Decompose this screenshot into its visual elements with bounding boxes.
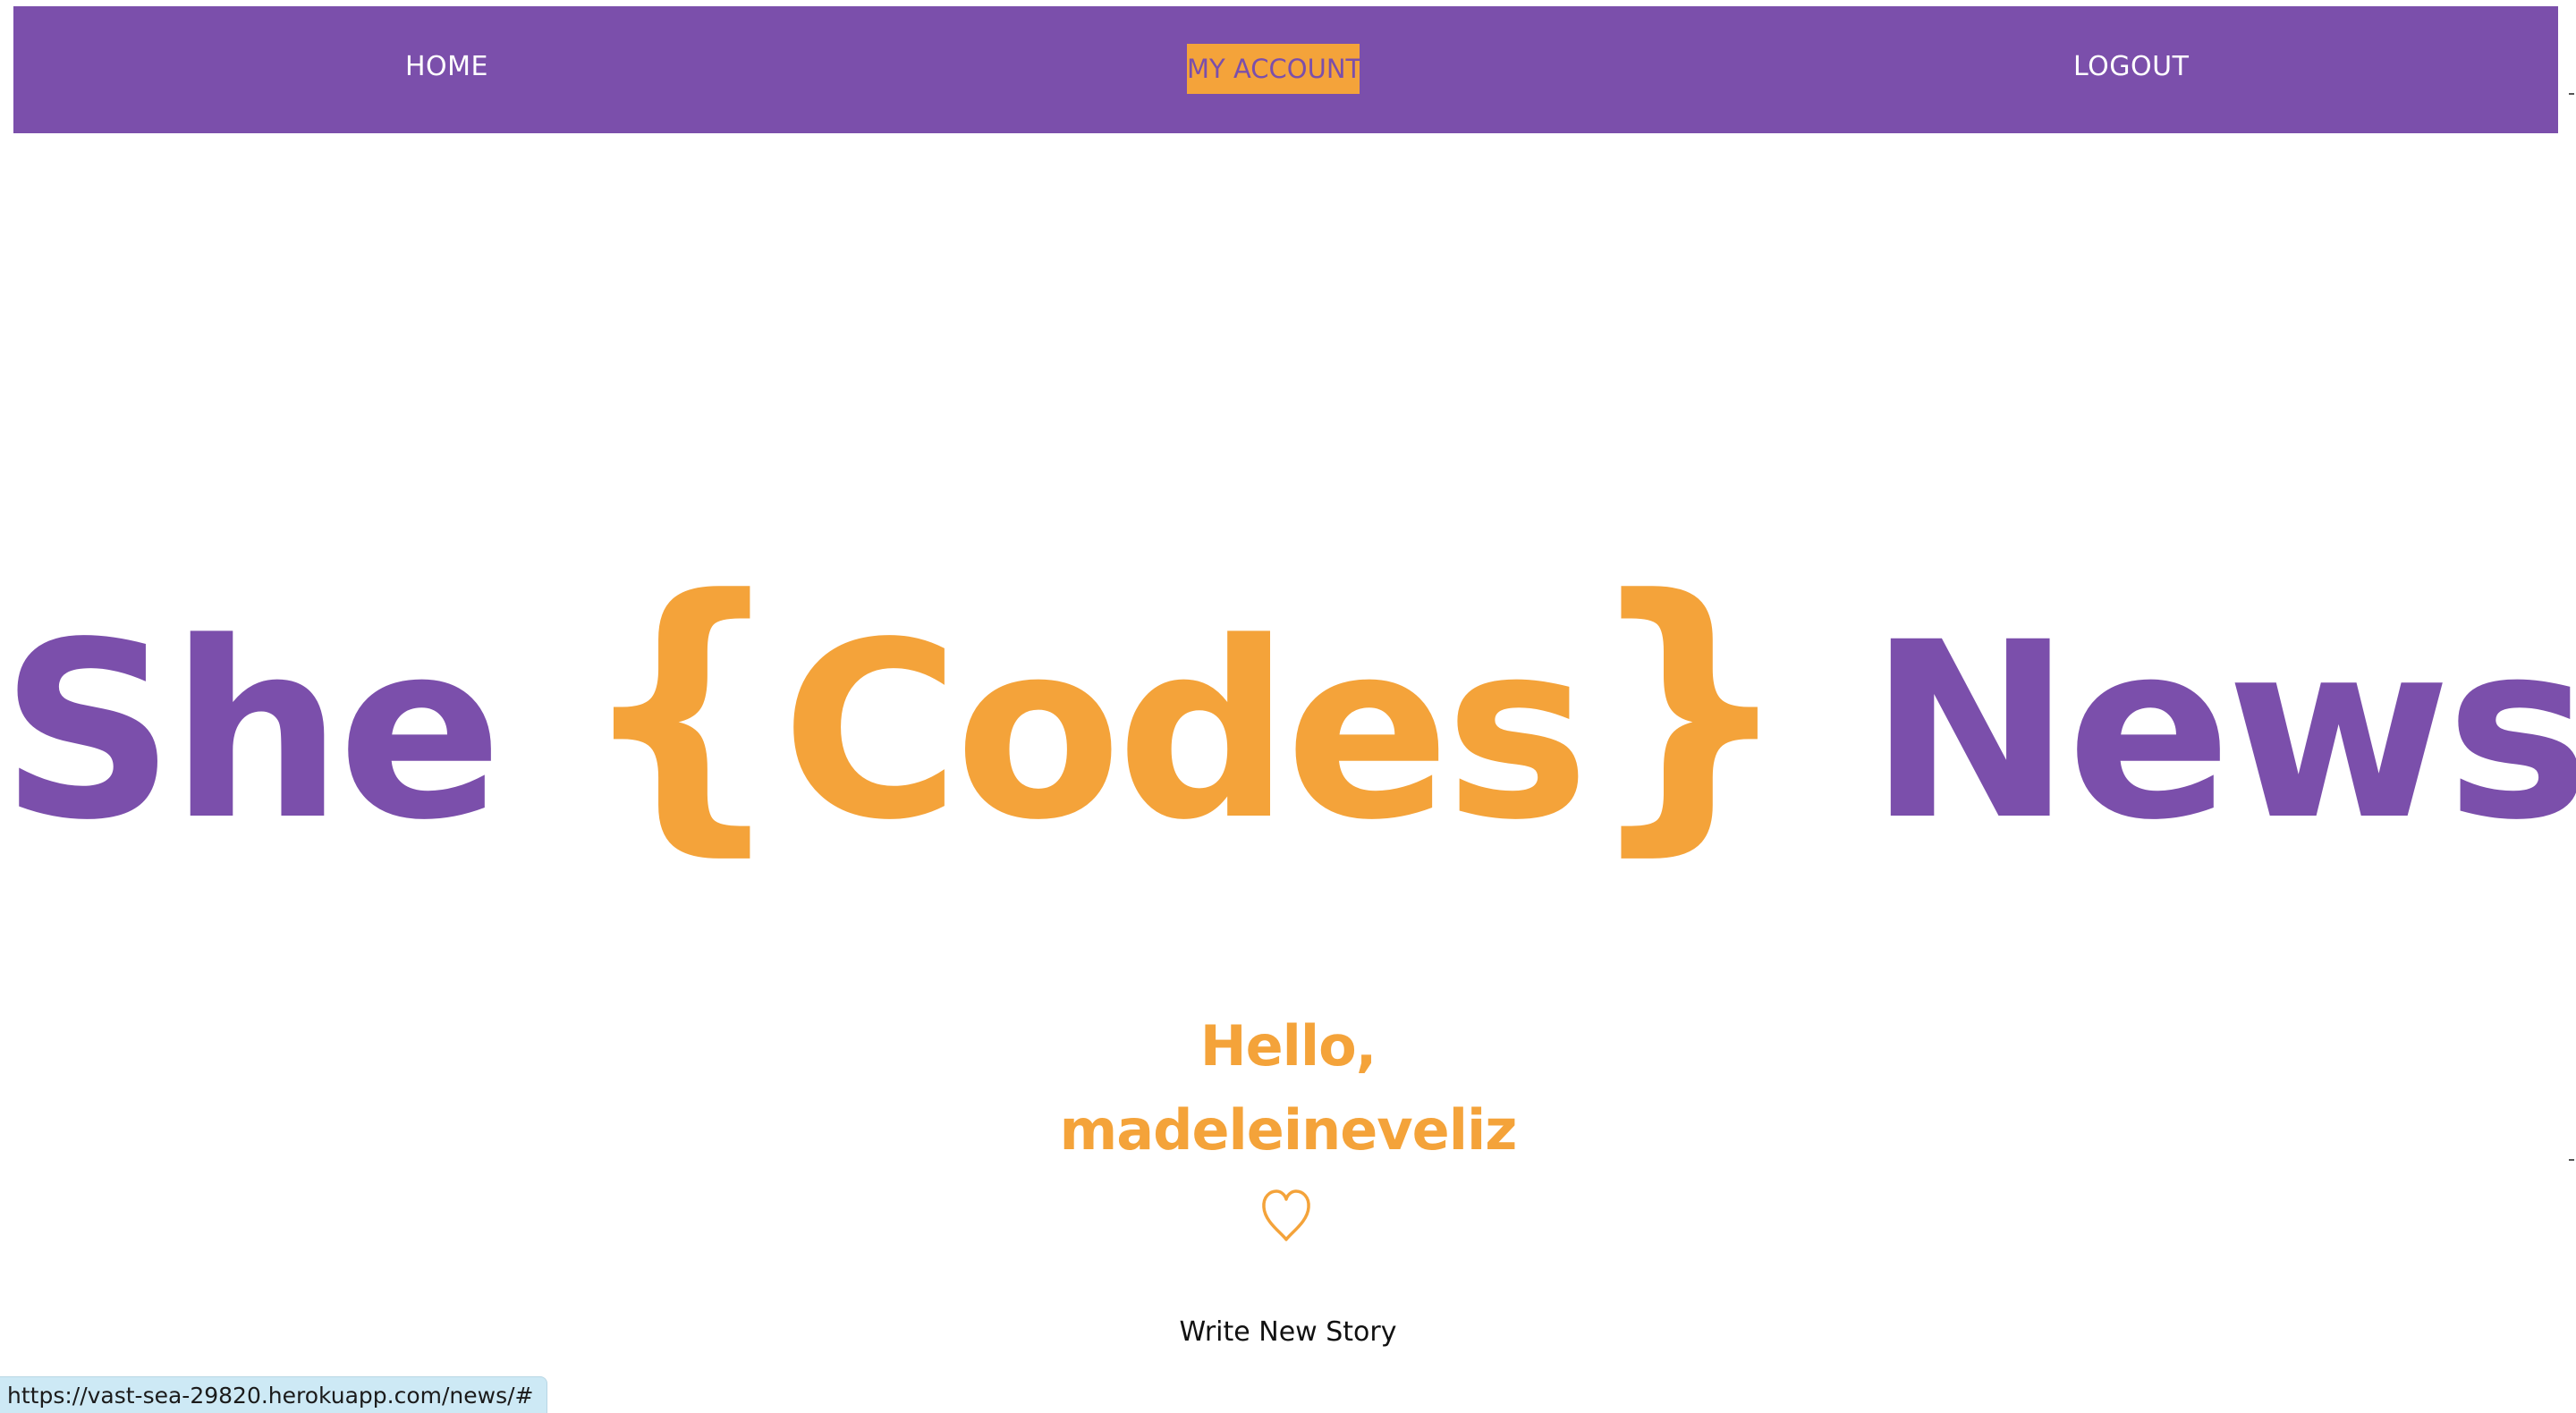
nav-home-link[interactable]: HOME bbox=[405, 49, 488, 85]
scrollbar-marker-bottom bbox=[2569, 1159, 2574, 1161]
site-title-she: She bbox=[0, 591, 503, 875]
top-navbar: HOME MY ACCOUNT LOGOUT bbox=[13, 6, 2558, 133]
nav-my-account-link[interactable]: MY ACCOUNT bbox=[1187, 44, 1361, 94]
nav-logout-link[interactable]: LOGOUT bbox=[2073, 49, 2189, 85]
write-new-story-link[interactable]: Write New Story bbox=[0, 1315, 2576, 1350]
site-title: She {Codes} News bbox=[0, 538, 2576, 878]
site-title-news: News bbox=[1868, 591, 2576, 875]
heart-outline-icon bbox=[1262, 1189, 1310, 1241]
page: HOME MY ACCOUNT LOGOUT She {Codes} News … bbox=[0, 0, 2576, 1413]
status-bar-url: https://vast-sea-29820.herokuapp.com/new… bbox=[0, 1376, 547, 1413]
site-title-codes: Codes bbox=[781, 591, 1590, 875]
scrollbar-marker-top bbox=[2569, 93, 2574, 95]
site-title-brace-close: } bbox=[1584, 537, 1794, 881]
greeting-username: madeleineveliz bbox=[1059, 1097, 1518, 1163]
site-title-brace-open: { bbox=[576, 537, 787, 881]
greeting-hello: Hello, bbox=[1199, 1013, 1377, 1079]
